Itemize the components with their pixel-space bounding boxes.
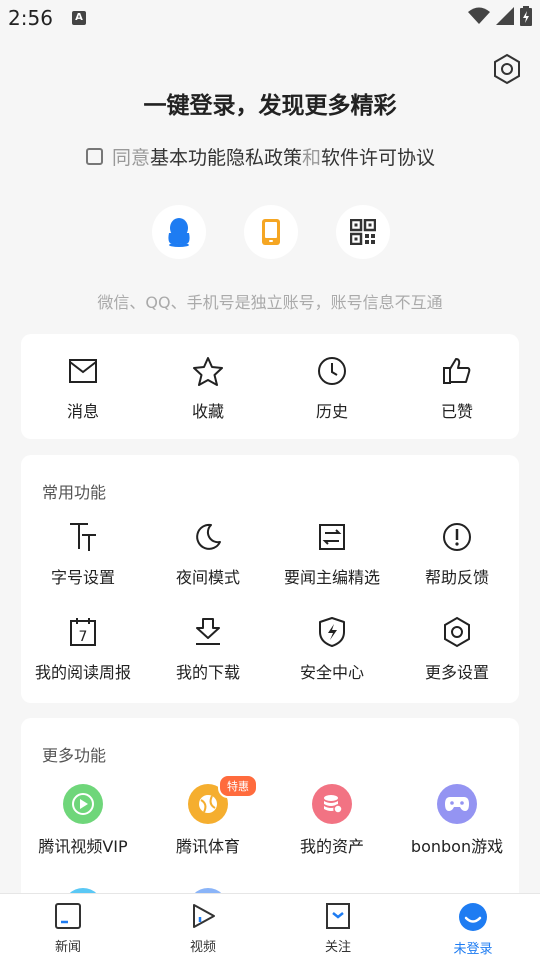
calendar-icon: 7 [70, 618, 96, 646]
tab-video[interactable]: 视频 [163, 902, 243, 955]
quick-action-favorites[interactable]: 收藏 [146, 353, 270, 422]
function-label: 腾讯体育 [175, 837, 240, 856]
tab-label: 关注 [324, 940, 351, 955]
tab-label: 视频 [189, 940, 216, 955]
tencent-sports[interactable]: 特惠 腾讯体育 [146, 774, 270, 857]
bonbon-games[interactable]: bonbon游戏 [395, 784, 519, 857]
tab-label: 未登录 [453, 942, 493, 957]
security-center[interactable]: 安全中心 [270, 614, 394, 683]
gamepad-icon [437, 784, 477, 824]
function-label: 我的阅读周报 [34, 663, 131, 682]
function-label: 字号设置 [50, 568, 115, 587]
tab-follow[interactable]: 关注 [298, 902, 378, 955]
tab-news[interactable]: 新闻 [28, 902, 108, 955]
login-note: 微信、QQ、手机号是独立账号，账号信息不互通 [97, 293, 443, 312]
shield-bolt-icon [319, 617, 345, 647]
quick-action-label: 历史 [315, 402, 348, 421]
download-icon [196, 618, 220, 645]
news-icon [55, 903, 81, 929]
qq-penguin-icon [168, 218, 190, 247]
qrcode-login-button[interactable] [336, 205, 390, 259]
wifi-icon [468, 7, 490, 24]
agree-and: 和 [302, 147, 322, 169]
function-label: 夜间模式 [175, 568, 240, 587]
qq-login-button[interactable] [152, 205, 206, 259]
play-icon [63, 784, 103, 824]
common-functions-card: 常用功能 字号设置 夜间模式 要闻主编精选 帮助反馈 7 我的阅读周报 我的下载… [21, 455, 519, 703]
font-size-icon [70, 523, 96, 551]
editor-picks[interactable]: 要闻主编精选 [270, 519, 394, 588]
function-label: bonbon游戏 [410, 837, 504, 856]
mail-icon [69, 359, 97, 383]
alert-circle-icon [443, 523, 471, 551]
quick-action-messages[interactable]: 消息 [21, 353, 145, 422]
promo-badge: 特惠 [218, 774, 258, 798]
function-label: 更多设置 [424, 663, 489, 682]
calendar-day: 7 [79, 629, 88, 645]
privacy-policy-link[interactable]: 基本功能隐私政策 [150, 143, 302, 170]
more-functions-card: 更多功能 腾讯视频VIP 特惠 腾讯体育 我的资产 bonbon游戏 [21, 718, 519, 928]
agree-prefix: 同意 [112, 147, 151, 169]
swap-doc-icon [319, 524, 345, 550]
avatar-icon [459, 903, 487, 931]
bottom-tab-bar: 新闻 视频 关注 未登录 [0, 893, 540, 961]
qrcode-icon [350, 219, 376, 245]
quick-action-history[interactable]: 历史 [270, 353, 394, 422]
help-feedback[interactable]: 帮助反馈 [395, 519, 519, 588]
star-icon [193, 357, 223, 386]
quick-action-label: 收藏 [191, 402, 224, 421]
my-downloads[interactable]: 我的下载 [146, 614, 270, 683]
hexagon-gear-icon [444, 616, 470, 648]
bookmark-check-icon [326, 903, 350, 929]
function-label: 我的下载 [175, 663, 240, 682]
settings-gear-icon[interactable] [490, 52, 524, 86]
status-time: 2:56 [8, 6, 53, 30]
night-mode[interactable]: 夜间模式 [146, 519, 270, 588]
login-headline[interactable]: 一键登录，发现更多精彩 [0, 86, 540, 120]
phone-icon [262, 219, 280, 245]
more-settings[interactable]: 更多设置 [395, 614, 519, 683]
function-label: 要闻主编精选 [283, 568, 380, 587]
phone-login-button[interactable] [244, 205, 298, 259]
more-functions-title: 更多功能 [42, 746, 107, 765]
common-functions-title: 常用功能 [42, 483, 107, 502]
function-label: 帮助反馈 [424, 568, 489, 587]
quick-action-label: 消息 [66, 402, 99, 421]
reading-weekly-report[interactable]: 7 我的阅读周报 [21, 614, 145, 683]
my-assets[interactable]: 我的资产 [270, 784, 394, 857]
agreement-checkbox[interactable] [86, 148, 103, 165]
function-label: 安全中心 [299, 663, 364, 682]
font-size-setting[interactable]: 字号设置 [21, 519, 145, 588]
function-label: 腾讯视频VIP [38, 837, 128, 856]
coins-icon [312, 784, 352, 824]
tab-label: 新闻 [54, 940, 81, 955]
battery-charging-icon [520, 6, 532, 26]
quick-actions-card: 消息 收藏 历史 已赞 [21, 334, 519, 439]
signal-icon [496, 7, 514, 25]
tencent-video-vip[interactable]: 腾讯视频VIP [21, 784, 145, 857]
quick-action-liked[interactable]: 已赞 [395, 353, 519, 422]
tab-profile[interactable]: 未登录 [433, 902, 513, 957]
function-label: 我的资产 [299, 837, 364, 856]
status-icons [468, 6, 532, 26]
moon-icon [196, 523, 221, 550]
notification-icon: A [72, 11, 86, 25]
quick-action-label: 已赞 [440, 402, 473, 421]
status-bar: 2:56 A [0, 0, 540, 36]
thumbs-up-icon [443, 358, 471, 384]
license-agreement-link[interactable]: 软件许可协议 [321, 143, 435, 170]
agreement-row[interactable]: 同意 基本功能隐私政策 和 软件许可协议 [86, 143, 435, 170]
video-play-icon [193, 904, 215, 928]
clock-icon [318, 357, 346, 385]
